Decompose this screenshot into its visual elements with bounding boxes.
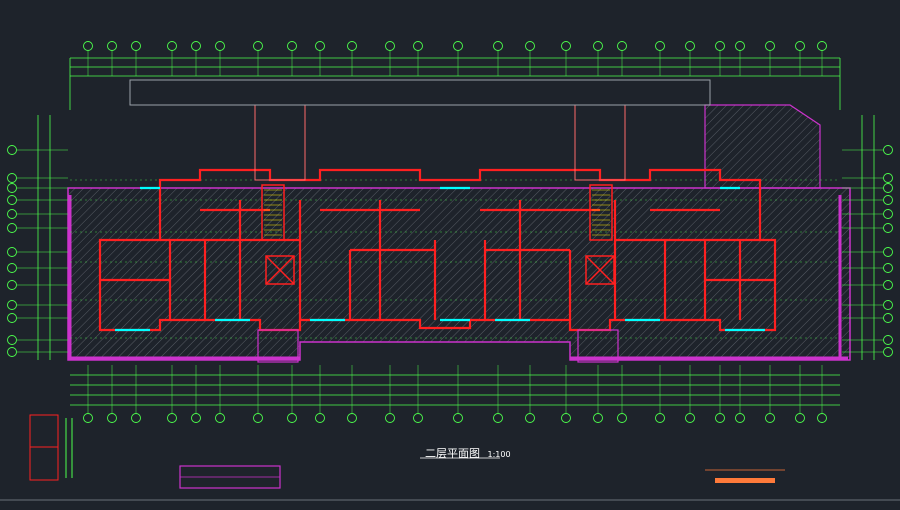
- axis-bubble: [883, 247, 893, 257]
- axis-bubble: [347, 41, 357, 51]
- axis-bubble: [191, 413, 201, 423]
- axis-bubble: [525, 413, 535, 423]
- axis-bubble: [715, 41, 725, 51]
- axis-bubble: [715, 413, 725, 423]
- axis-bubble: [215, 41, 225, 51]
- axis-bubble: [883, 173, 893, 183]
- axis-bubble: [655, 413, 665, 423]
- axis-bubble: [817, 41, 827, 51]
- axis-bubble: [685, 413, 695, 423]
- axis-bubble: [107, 41, 117, 51]
- axis-bubble: [7, 145, 17, 155]
- stair-towers: [129, 79, 711, 181]
- axis-bubble: [7, 223, 17, 233]
- axis-bubble: [453, 413, 463, 423]
- axis-bubble: [883, 313, 893, 323]
- axis-bubble: [883, 347, 893, 357]
- axis-bubble: [287, 41, 297, 51]
- axis-bubble: [7, 183, 17, 193]
- axis-bubble: [83, 41, 93, 51]
- axis-bubble: [253, 41, 263, 51]
- axis-bubble: [253, 413, 263, 423]
- upper-right-hatch: [704, 104, 821, 189]
- axis-bubble: [191, 41, 201, 51]
- axis-bubble: [593, 413, 603, 423]
- axis-bubble: [685, 41, 695, 51]
- axis-bubble: [525, 41, 535, 51]
- axis-bubble: [315, 41, 325, 51]
- axis-bubble: [765, 41, 775, 51]
- axis-bubble: [7, 195, 17, 205]
- axis-bubble: [883, 145, 893, 155]
- axis-bubble: [765, 413, 775, 423]
- axis-bubble: [413, 41, 423, 51]
- bottom-dimensions: [70, 374, 840, 406]
- axis-bubble: [167, 413, 177, 423]
- axis-bubble: [7, 280, 17, 290]
- drawing-scale: 1:100: [487, 450, 511, 459]
- axis-bubble: [7, 347, 17, 357]
- axis-bubble: [493, 41, 503, 51]
- axis-bubble: [131, 413, 141, 423]
- axis-bubble: [561, 413, 571, 423]
- axis-bubble: [7, 263, 17, 273]
- axis-bubble: [7, 247, 17, 257]
- axis-bubbles-bottom: [83, 365, 827, 423]
- detail-section: [29, 414, 73, 481]
- axis-bubble: [7, 209, 17, 219]
- axis-bubble: [817, 413, 827, 423]
- axis-bubble: [413, 413, 423, 423]
- axis-bubble: [735, 41, 745, 51]
- axis-bubble: [883, 263, 893, 273]
- axis-bubble: [7, 173, 17, 183]
- axis-bubble: [83, 413, 93, 423]
- axis-bubble: [883, 209, 893, 219]
- drawing-title: 二层平面图 1:100: [425, 445, 511, 461]
- axis-bubble: [795, 41, 805, 51]
- axis-bubbles-top: [83, 41, 827, 76]
- axis-bubble: [883, 300, 893, 310]
- axis-bubble: [287, 413, 297, 423]
- drawing-title-main: 二层平面图: [425, 447, 480, 460]
- floor-plan-drawing: [0, 41, 900, 501]
- axis-bubble: [107, 413, 117, 423]
- axis-bubble: [167, 41, 177, 51]
- axis-bubble: [7, 300, 17, 310]
- axis-bubble: [315, 413, 325, 423]
- title-block: [179, 457, 785, 489]
- axis-bubble: [883, 280, 893, 290]
- basement-hatch-area: [67, 187, 851, 361]
- axis-bubble: [655, 41, 665, 51]
- axis-bubble: [795, 413, 805, 423]
- axis-bubble: [7, 313, 17, 323]
- axis-bubble: [883, 195, 893, 205]
- axis-bubble: [617, 413, 627, 423]
- axis-bubble: [883, 183, 893, 193]
- top-dimensions: [69, 57, 841, 110]
- axis-bubble: [385, 413, 395, 423]
- axis-bubble: [347, 413, 357, 423]
- axis-bubble: [593, 41, 603, 51]
- axis-bubble: [493, 413, 503, 423]
- axis-bubble: [7, 335, 17, 345]
- axis-bubble: [617, 41, 627, 51]
- axis-bubble: [131, 41, 141, 51]
- axis-bubble: [883, 335, 893, 345]
- axis-bubble: [883, 223, 893, 233]
- axis-bubble: [561, 41, 571, 51]
- axis-bubble: [453, 41, 463, 51]
- axis-bubble: [735, 413, 745, 423]
- axis-bubble: [385, 41, 395, 51]
- axis-bubble: [215, 413, 225, 423]
